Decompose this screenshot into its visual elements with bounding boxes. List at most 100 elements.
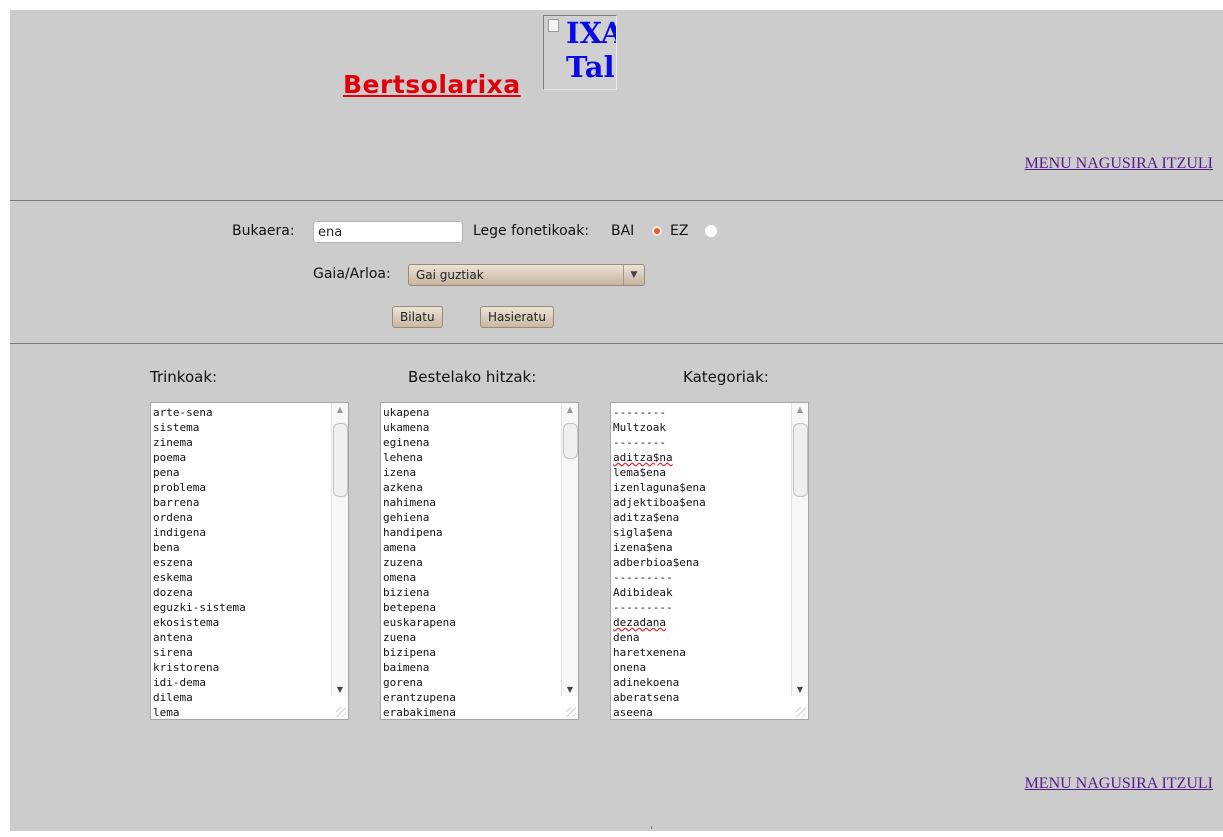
list-item[interactable]: gehiena — [383, 510, 578, 525]
vertical-scrollbar[interactable]: ▲ ▼ — [791, 403, 808, 696]
list-item[interactable]: antena — [153, 630, 348, 645]
scroll-up-icon[interactable]: ▲ — [792, 405, 808, 414]
scrollbar-thumb[interactable] — [563, 423, 578, 459]
vertical-scrollbar[interactable]: ▲ ▼ — [331, 403, 348, 696]
list-item[interactable]: biziena — [383, 585, 578, 600]
list-item[interactable]: problema — [153, 480, 348, 495]
search-button[interactable]: Bilatu — [392, 306, 443, 328]
list-item[interactable]: bizipena — [383, 645, 578, 660]
list-item[interactable]: adinekoena — [613, 675, 808, 690]
list-item[interactable]: lema$ena — [613, 465, 808, 480]
resize-grip-icon[interactable] — [566, 707, 576, 717]
list-item[interactable]: baimena — [383, 660, 578, 675]
scroll-down-icon[interactable]: ▼ — [562, 685, 578, 694]
scrollbar-thumb[interactable] — [333, 423, 348, 497]
other-words-listbox[interactable]: ukapena ukamena eginena lehena izena azkena na… — [380, 402, 579, 720]
list-item[interactable]: erantzupena — [383, 690, 578, 705]
list-item[interactable]: azkena — [383, 480, 578, 495]
list-item[interactable]: adberbioa$ena — [613, 555, 808, 570]
phonetic-rules-label: Lege fonetikoak: — [473, 223, 590, 239]
list-item[interactable]: nahimena — [383, 495, 578, 510]
scroll-up-icon[interactable]: ▲ — [332, 405, 348, 414]
list-item[interactable]: betepena — [383, 600, 578, 615]
phonetic-yes-radio[interactable] — [651, 225, 663, 237]
list-item[interactable]: bena — [153, 540, 348, 555]
list-item[interactable]: -------- — [613, 435, 808, 450]
list-item[interactable]: onena — [613, 660, 808, 675]
list-item[interactable]: dezadana — [613, 615, 808, 630]
list-item[interactable]: handipena — [383, 525, 578, 540]
topic-select[interactable]: Gai guztiak ▼ — [408, 264, 645, 286]
list-item[interactable]: ukapena — [383, 405, 578, 420]
list-item[interactable]: zinema — [153, 435, 348, 450]
no-label: EZ — [670, 223, 689, 239]
list-item[interactable]: gorena — [383, 675, 578, 690]
list-item[interactable]: poema — [153, 450, 348, 465]
list-item[interactable]: eszena — [153, 555, 348, 570]
other-words-heading: Bestelako hitzak: — [408, 368, 537, 386]
list-item[interactable]: Multzoak — [613, 420, 808, 435]
resize-grip-icon[interactable] — [796, 707, 806, 717]
chevron-down-icon: ▼ — [623, 265, 644, 285]
categories-listbox[interactable]: -------- Multzoak -------- aditza$na lema$en… — [610, 402, 809, 720]
list-item[interactable]: dena — [613, 630, 808, 645]
topic-label: Gaia/Arloa: — [313, 266, 391, 282]
main-menu-link-bottom[interactable]: MENU NAGUSIRA ITZULI — [1025, 775, 1213, 793]
list-item[interactable]: idi-dema — [153, 675, 348, 690]
list-item[interactable]: --------- — [613, 570, 808, 585]
resize-grip-icon[interactable] — [336, 707, 346, 717]
site-title-link[interactable]: Bertsolarixa — [343, 70, 521, 99]
list-item[interactable]: Adibideak — [613, 585, 808, 600]
list-item[interactable]: zuzena — [383, 555, 578, 570]
list-item[interactable]: amena — [383, 540, 578, 555]
topic-select-value: Gai guztiak — [416, 268, 484, 282]
list-item[interactable]: omena — [383, 570, 578, 585]
list-item[interactable]: izenlaguna$ena — [613, 480, 808, 495]
list-item[interactable]: lema — [153, 705, 348, 719]
list-item[interactable]: euskarapena — [383, 615, 578, 630]
list-item[interactable]: ordena — [153, 510, 348, 525]
list-item[interactable]: barrena — [153, 495, 348, 510]
list-item[interactable]: sistema — [153, 420, 348, 435]
list-item[interactable]: izena$ena — [613, 540, 808, 555]
scrollbar-thumb[interactable] — [793, 423, 808, 497]
list-item[interactable]: dilema — [153, 690, 348, 705]
list-item[interactable]: sirena — [153, 645, 348, 660]
list-item[interactable]: aditza$na — [613, 450, 808, 465]
list-item[interactable]: ukamena — [383, 420, 578, 435]
compact-words-listbox[interactable]: arte-sena sistema zinema poema pena problema b… — [150, 402, 349, 720]
ixa-logo-image: IXA Tal — [543, 15, 617, 90]
list-item[interactable]: aseena — [613, 705, 808, 719]
reset-button[interactable]: Hasieratu — [480, 306, 554, 328]
list-item[interactable]: -------- — [613, 405, 808, 420]
list-item[interactable]: izena — [383, 465, 578, 480]
list-item[interactable]: aberatsena — [613, 690, 808, 705]
categories-heading: Kategoriak: — [683, 368, 769, 386]
list-item[interactable]: adjektiboa$ena — [613, 495, 808, 510]
list-item[interactable]: lehena — [383, 450, 578, 465]
scroll-down-icon[interactable]: ▼ — [792, 685, 808, 694]
list-item[interactable]: kristorena — [153, 660, 348, 675]
ending-input[interactable] — [313, 221, 463, 243]
yes-label: BAI — [611, 223, 635, 239]
main-menu-link-top[interactable]: MENU NAGUSIRA ITZULI — [1025, 155, 1213, 173]
list-item[interactable]: pena — [153, 465, 348, 480]
scroll-up-icon[interactable]: ▲ — [562, 405, 578, 414]
list-item[interactable]: sigla$ena — [613, 525, 808, 540]
list-item[interactable]: arte-sena — [153, 405, 348, 420]
list-item[interactable]: dozena — [153, 585, 348, 600]
phonetic-no-radio[interactable] — [705, 225, 717, 237]
list-item[interactable]: aditza$ena — [613, 510, 808, 525]
list-item[interactable]: erabakimena — [383, 705, 578, 719]
list-item[interactable]: eskema — [153, 570, 348, 585]
list-item[interactable]: indigena — [153, 525, 348, 540]
scroll-down-icon[interactable]: ▼ — [332, 685, 348, 694]
list-item[interactable]: --------- — [613, 600, 808, 615]
list-item[interactable]: zuena — [383, 630, 578, 645]
list-item[interactable]: haretxenena — [613, 645, 808, 660]
list-item[interactable]: eguzki-sistema — [153, 600, 348, 615]
vertical-scrollbar[interactable]: ▲ ▼ — [561, 403, 578, 696]
list-item[interactable]: ekosistema — [153, 615, 348, 630]
list-item[interactable]: eginena — [383, 435, 578, 450]
ending-label: Bukaera: — [232, 223, 295, 239]
